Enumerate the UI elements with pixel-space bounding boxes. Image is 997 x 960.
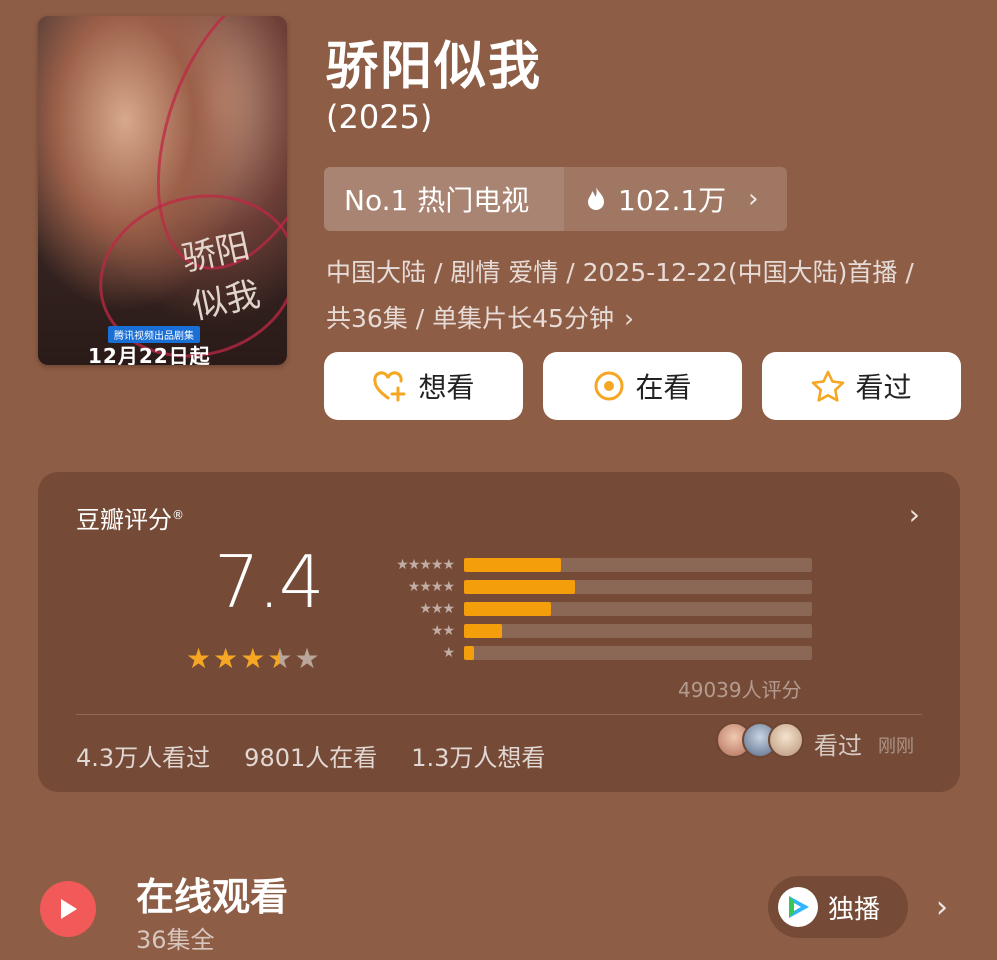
poster-date: 12月22日起 bbox=[88, 344, 211, 365]
watch-stats: 4.3万人看过 9801人在看 1.3万人想看 bbox=[76, 738, 545, 773]
stat-watching[interactable]: 9801人在看 bbox=[244, 738, 377, 773]
watching-label: 在看 bbox=[635, 371, 692, 404]
rating-count: 49039人评分 bbox=[678, 678, 802, 702]
stat-want[interactable]: 1.3万人想看 bbox=[411, 738, 545, 773]
avatar bbox=[768, 722, 804, 758]
star-icon: ★ bbox=[240, 642, 266, 675]
star-icon: ★ bbox=[294, 642, 320, 675]
poster-calligraphy: 骄阳似我 bbox=[178, 226, 264, 328]
rating-bar-row: ★★★ bbox=[358, 598, 812, 620]
bar-star-label: ★★★★ bbox=[407, 579, 455, 595]
douban-rating-card[interactable]: 豆瓣评分® › 7.4 ★ ★ ★ ★ ★ ★★★★★ ★★★★ ★★★ ★★ ★ 49039人… bbox=[38, 472, 960, 792]
chevron-right-icon: › bbox=[748, 184, 759, 214]
star-outline-icon bbox=[811, 370, 845, 402]
meta-line-2-wrap: 共36集 / 单集片长45分钟 › bbox=[326, 296, 966, 342]
bar-fill bbox=[464, 602, 551, 616]
recent-action: 看过 bbox=[814, 732, 862, 760]
rank-pill[interactable]: No.1 热门电视 102.1万 › bbox=[324, 167, 787, 231]
bar-fill bbox=[464, 558, 562, 572]
bar-track bbox=[464, 646, 812, 660]
chevron-right-icon[interactable]: › bbox=[909, 498, 920, 531]
want-to-watch-button[interactable]: 想看 bbox=[324, 352, 523, 420]
star-icon: ★ bbox=[186, 642, 212, 675]
friend-avatars[interactable] bbox=[716, 722, 804, 758]
bar-track bbox=[464, 580, 812, 594]
heart-plus-icon bbox=[372, 370, 408, 402]
meta-line-2: 共36集 / 单集片长45分钟 bbox=[326, 304, 614, 333]
divider bbox=[76, 714, 922, 715]
recent-time: 刚刚 bbox=[878, 736, 914, 757]
rating-bar-row: ★★★★★ bbox=[358, 554, 812, 576]
rating-distribution: ★★★★★ ★★★★ ★★★ ★★ ★ bbox=[358, 554, 812, 664]
play-icon[interactable] bbox=[40, 881, 96, 937]
rating-title: 豆瓣评分® bbox=[76, 500, 184, 535]
heat-value: 102.1万 bbox=[618, 184, 727, 217]
episode-count: 36集全 bbox=[136, 926, 215, 954]
chevron-right-icon[interactable]: › bbox=[936, 890, 948, 925]
want-to-watch-label: 想看 bbox=[418, 371, 475, 404]
bar-fill bbox=[464, 580, 576, 594]
rating-bar-row: ★★ bbox=[358, 620, 812, 642]
bar-track bbox=[464, 558, 812, 572]
rating-stars: ★ ★ ★ ★ ★ bbox=[186, 642, 320, 675]
fire-icon bbox=[586, 186, 606, 212]
rating-bar-row: ★★★★ bbox=[358, 576, 812, 598]
meta-line-1: 中国大陆 / 剧情 爱情 / 2025-12-22(中国大陆)首播 / bbox=[326, 258, 914, 287]
show-year: (2025) bbox=[326, 98, 433, 136]
bar-fill bbox=[464, 624, 503, 638]
action-buttons: 想看 在看 看过 bbox=[324, 352, 961, 420]
rating-score: 7.4 bbox=[214, 540, 325, 624]
exclusive-badge-button[interactable]: 独播 bbox=[768, 876, 908, 938]
show-title: 骄阳似我 bbox=[326, 37, 543, 97]
bar-star-label: ★ bbox=[442, 645, 455, 661]
bar-star-label: ★★ bbox=[430, 623, 455, 639]
star-icon: ★ bbox=[267, 642, 293, 675]
watched-label: 看过 bbox=[855, 371, 912, 404]
exclusive-label: 独播 bbox=[828, 894, 881, 925]
tencent-video-icon bbox=[778, 887, 818, 927]
heat-indicator[interactable]: 102.1万 › bbox=[564, 167, 787, 231]
bar-star-label: ★★★ bbox=[419, 601, 455, 617]
bar-track bbox=[464, 602, 812, 616]
poster-image[interactable]: 骄阳似我 腾讯视频出品剧集 12月22日起 bbox=[38, 16, 287, 365]
star-icon: ★ bbox=[213, 642, 239, 675]
rating-bar-row: ★ bbox=[358, 642, 812, 664]
bar-fill bbox=[464, 646, 475, 660]
registered-mark: ® bbox=[172, 508, 184, 522]
bar-star-label: ★★★★★ bbox=[396, 557, 455, 573]
stat-watched[interactable]: 4.3万人看过 bbox=[76, 738, 210, 773]
chevron-right-icon: › bbox=[623, 304, 634, 333]
bar-track bbox=[464, 624, 812, 638]
target-icon bbox=[593, 370, 625, 402]
watched-button[interactable]: 看过 bbox=[762, 352, 961, 420]
rating-title-text: 豆瓣评分 bbox=[76, 506, 172, 534]
rank-label: No.1 热门电视 bbox=[324, 167, 564, 231]
watching-button[interactable]: 在看 bbox=[543, 352, 742, 420]
show-meta[interactable]: 中国大陆 / 剧情 爱情 / 2025-12-22(中国大陆)首播 / 共36集… bbox=[326, 250, 966, 342]
watch-online-title[interactable]: 在线观看 bbox=[136, 866, 288, 921]
